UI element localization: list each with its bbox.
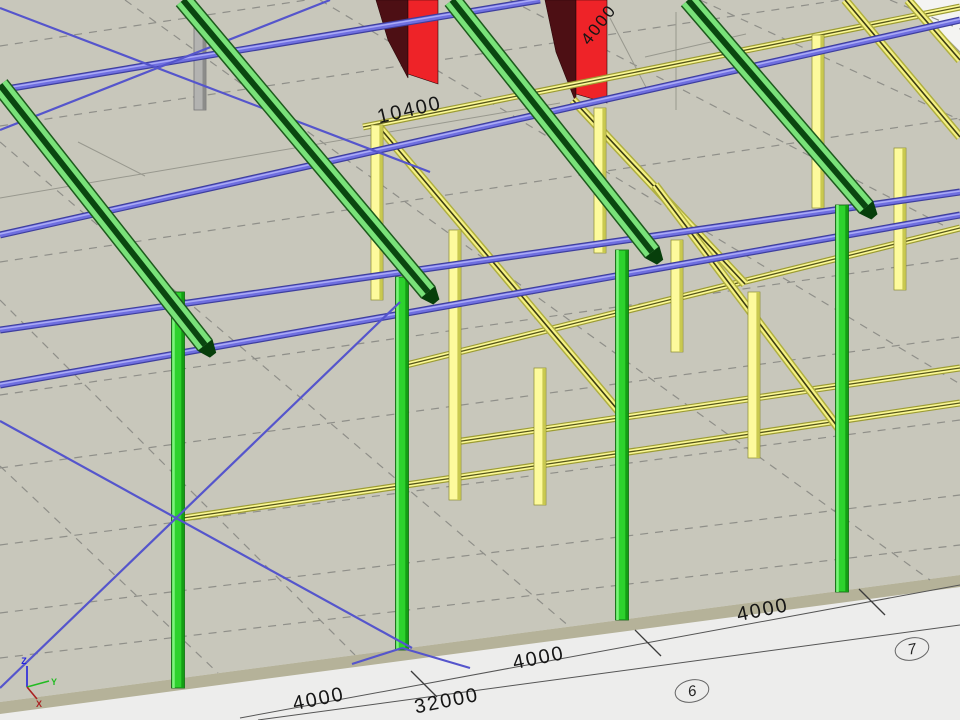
red-panel-face [408,0,438,84]
dimension-tick [635,630,661,656]
cad-viewport[interactable]: 1040040004000400040003200067ZYX [0,0,960,720]
grid-bubble-7: 7 [893,635,931,664]
structural-model-canvas[interactable]: 1040040004000400040003200067ZYX [0,0,960,720]
grid-bubble-label: 6 [686,682,698,700]
dim-text-32000: 32000 [412,684,481,719]
dim-text-bay-4000-2: 4000 [511,642,567,674]
axis-label-y: Y [51,677,57,687]
grid-bubble-6: 6 [673,677,711,706]
dim-text-bay-4000-1: 4000 [291,683,347,715]
grid-bubble-label: 7 [906,640,918,658]
axis-label-x: X [36,699,42,709]
axis-label-z: Z [21,656,27,666]
